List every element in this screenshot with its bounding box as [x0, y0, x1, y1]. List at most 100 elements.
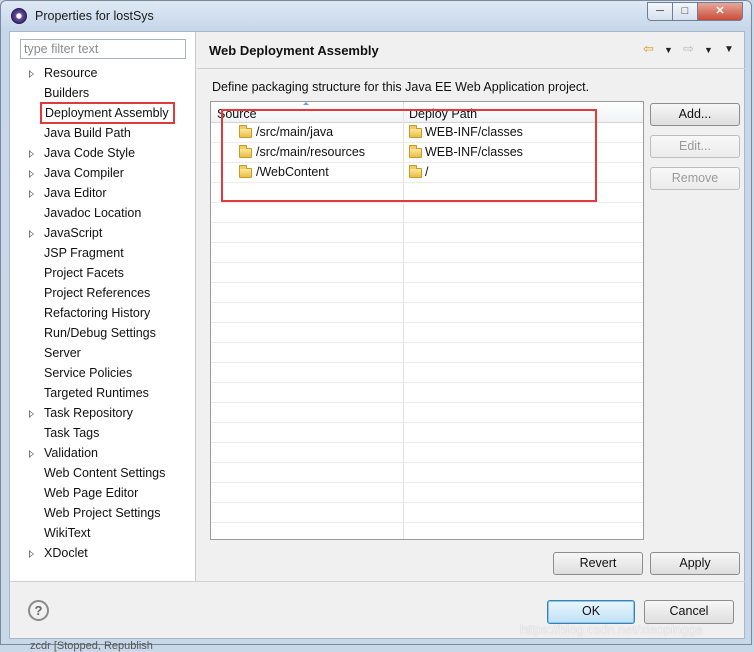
- tree-item-java-code-style[interactable]: Java Code Style: [10, 144, 195, 164]
- tree-item-deployment-assembly[interactable]: Deployment Assembly: [10, 102, 195, 124]
- eclipse-app-icon: [11, 8, 27, 24]
- tree-item-java-compiler[interactable]: Java Compiler: [10, 164, 195, 184]
- folder-icon: [239, 125, 252, 138]
- help-icon[interactable]: ?: [28, 600, 49, 621]
- tree-item-targeted-runtimes[interactable]: Targeted Runtimes: [10, 384, 195, 404]
- expand-triangle-icon[interactable]: [29, 230, 34, 238]
- table-row: [211, 243, 643, 263]
- tree-item-wikitext[interactable]: WikiText: [10, 524, 195, 544]
- deploy-path-cell: /: [425, 165, 429, 179]
- sort-indicator-icon: [303, 102, 309, 105]
- tree-item-server[interactable]: Server: [10, 344, 195, 364]
- apply-button[interactable]: Apply: [650, 552, 740, 575]
- table-row: [211, 503, 643, 523]
- tree-item-run-debug-settings[interactable]: Run/Debug Settings: [10, 324, 195, 344]
- add-button[interactable]: Add...: [650, 103, 740, 126]
- tree-item-label: Web Page Editor: [44, 486, 139, 500]
- table-row: [211, 203, 643, 223]
- title-bar[interactable]: Properties for lostSys ─ □ ✕: [1, 1, 751, 31]
- expand-triangle-icon[interactable]: [29, 190, 34, 198]
- tree-item-xdoclet[interactable]: XDoclet: [10, 544, 195, 564]
- tree-item-task-tags[interactable]: Task Tags: [10, 424, 195, 444]
- tree-item-label: Server: [44, 346, 81, 360]
- tree-item-jsp-fragment[interactable]: JSP Fragment: [10, 244, 195, 264]
- column-header-source[interactable]: Source: [217, 107, 257, 121]
- tree-item-label: XDoclet: [44, 546, 88, 560]
- folder-icon: [239, 165, 252, 178]
- table-row: [211, 283, 643, 303]
- tree-item-javadoc-location[interactable]: Javadoc Location: [10, 204, 195, 224]
- table-row: [211, 323, 643, 343]
- filter-input[interactable]: [20, 39, 186, 59]
- table-row: [211, 183, 643, 203]
- table-row[interactable]: /src/main/java WEB-INF/classes: [211, 123, 643, 143]
- tree-item-label: JavaScript: [44, 226, 103, 240]
- table-header: Source Deploy Path: [211, 102, 643, 123]
- tree-item-web-project-settings[interactable]: Web Project Settings: [10, 504, 195, 524]
- expand-triangle-icon[interactable]: [29, 450, 34, 458]
- table-row: [211, 303, 643, 323]
- dialog-client-area: Resource Builders Deployment Assembly Java …: [9, 31, 746, 639]
- table-row: [211, 383, 643, 403]
- cancel-button[interactable]: Cancel: [644, 600, 734, 624]
- properties-dialog: Properties for lostSys ─ □ ✕ Resource Bui…: [0, 0, 752, 645]
- column-header-deploy-path[interactable]: Deploy Path: [409, 107, 477, 121]
- source-cell: /WebContent: [256, 165, 329, 179]
- expand-triangle-icon[interactable]: [29, 70, 34, 78]
- tree-item-project-references[interactable]: Project References: [10, 284, 195, 304]
- tree-item-web-page-editor[interactable]: Web Page Editor: [10, 484, 195, 504]
- tree-item-java-build-path[interactable]: Java Build Path: [10, 124, 195, 144]
- background-window-text: zcdr [Stopped, Republish: [30, 640, 153, 652]
- source-cell: /src/main/resources: [256, 145, 366, 159]
- source-cell: /src/main/java: [256, 125, 334, 139]
- deployment-assembly-table[interactable]: Source Deploy Path /src/main/java WEB-INF…: [210, 101, 644, 540]
- table-row: [211, 463, 643, 483]
- back-dropdown-icon[interactable]: ▼: [664, 45, 673, 55]
- minimize-button[interactable]: ─: [647, 2, 673, 21]
- expand-triangle-icon[interactable]: [29, 410, 34, 418]
- folder-icon: [409, 145, 422, 158]
- back-arrow-icon[interactable]: ⇦: [643, 41, 654, 57]
- tree-item-label: Task Tags: [44, 426, 100, 440]
- view-menu-icon[interactable]: ▼: [724, 44, 734, 55]
- header-divider: [197, 68, 745, 69]
- remove-button[interactable]: Remove: [650, 167, 740, 190]
- page-content: Web Deployment Assembly ⇦ ▼ ⇨ ▼ ▼ Define…: [197, 32, 745, 581]
- tree-item-refactoring-history[interactable]: Refactoring History: [10, 304, 195, 324]
- tree-item-label: Resource: [44, 66, 98, 80]
- tree-item-builders[interactable]: Builders: [10, 84, 195, 104]
- revert-button[interactable]: Revert: [553, 552, 643, 575]
- folder-icon: [239, 145, 252, 158]
- deploy-path-cell: WEB-INF/classes: [425, 145, 523, 159]
- tree-item-validation[interactable]: Validation: [10, 444, 195, 464]
- ok-button[interactable]: OK: [547, 600, 635, 624]
- tree-item-label: Java Compiler: [44, 166, 124, 180]
- tree-item-service-policies[interactable]: Service Policies: [10, 364, 195, 384]
- tree-item-resource[interactable]: Resource: [10, 64, 195, 84]
- expand-triangle-icon[interactable]: [29, 550, 34, 558]
- expand-triangle-icon[interactable]: [29, 150, 34, 158]
- tree-item-web-content-settings[interactable]: Web Content Settings: [10, 464, 195, 484]
- tree-item-task-repository[interactable]: Task Repository: [10, 404, 195, 424]
- table-row: [211, 483, 643, 503]
- tree-item-label: Java Build Path: [44, 126, 131, 140]
- tree-item-label: Builders: [44, 86, 90, 100]
- table-row[interactable]: /WebContent /: [211, 163, 643, 183]
- maximize-button[interactable]: □: [672, 2, 698, 21]
- expand-triangle-icon[interactable]: [29, 170, 34, 178]
- table-row: [211, 223, 643, 243]
- edit-button[interactable]: Edit...: [650, 135, 740, 158]
- tree-item-javascript[interactable]: JavaScript: [10, 224, 195, 244]
- tree-item-project-facets[interactable]: Project Facets: [10, 264, 195, 284]
- table-row[interactable]: /src/main/resources WEB-INF/classes: [211, 143, 643, 163]
- minimize-icon: ─: [656, 5, 664, 17]
- table-row: [211, 423, 643, 443]
- tree-item-label: JSP Fragment: [44, 246, 124, 260]
- window-title: Properties for lostSys: [35, 9, 154, 23]
- tree-item-java-editor[interactable]: Java Editor: [10, 184, 195, 204]
- close-button[interactable]: ✕: [697, 2, 743, 21]
- tree-item-label: Project References: [44, 286, 151, 300]
- forward-dropdown-icon[interactable]: ▼: [704, 45, 713, 55]
- footer-divider: [10, 581, 746, 582]
- folder-icon: [409, 125, 422, 138]
